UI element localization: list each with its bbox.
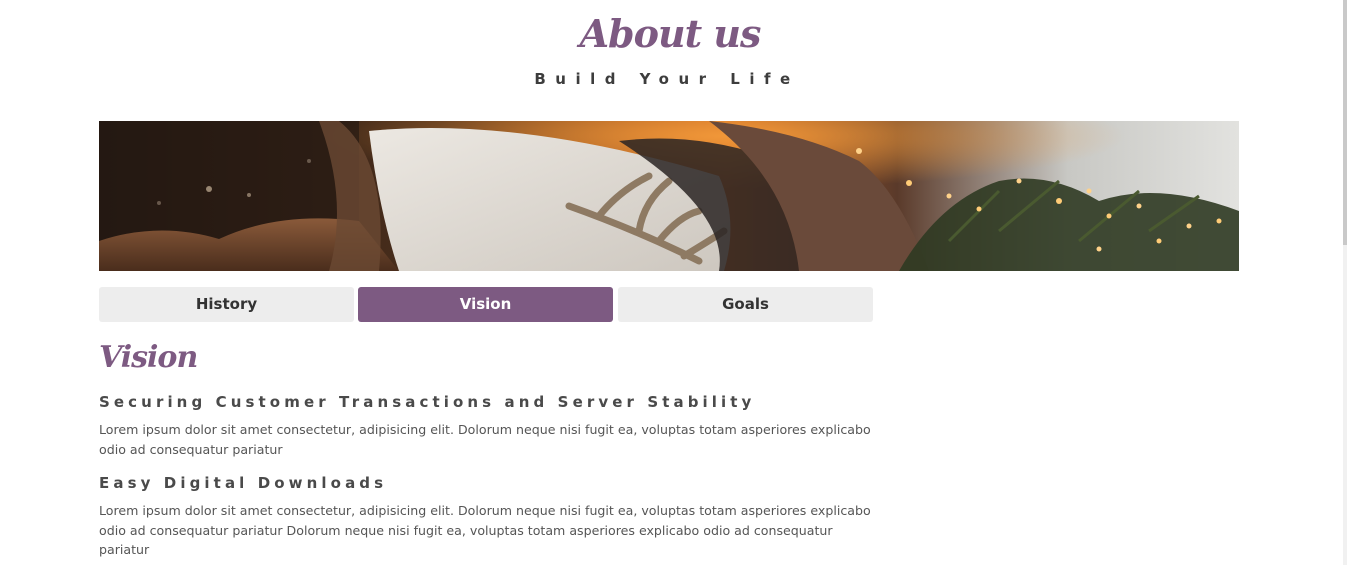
banner-photo-illustration — [99, 121, 1239, 271]
tab-history[interactable]: History — [99, 287, 354, 322]
tab-bar: History Vision Goals — [99, 287, 874, 322]
tab-goals[interactable]: Goals — [618, 287, 873, 322]
section-title: Vision — [99, 340, 198, 375]
item-heading: Securing Customer Transactions and Serve… — [99, 393, 756, 411]
tab-vision[interactable]: Vision — [358, 287, 613, 322]
item-body: Lorem ipsum dolor sit amet consectetur, … — [99, 503, 871, 557]
scrollbar-thumb[interactable] — [1343, 0, 1347, 245]
page-scrollbar[interactable] — [1343, 0, 1347, 565]
banner-image — [99, 121, 1239, 271]
item-body: Lorem ipsum dolor sit amet consectetur, … — [99, 422, 871, 457]
page-subtitle: Build Your Life — [534, 70, 800, 88]
about-page: About us Build Your Life History Vision … — [0, 0, 1343, 565]
item-heading: Easy Digital Downloads — [99, 474, 388, 492]
page-title: About us — [579, 11, 762, 56]
